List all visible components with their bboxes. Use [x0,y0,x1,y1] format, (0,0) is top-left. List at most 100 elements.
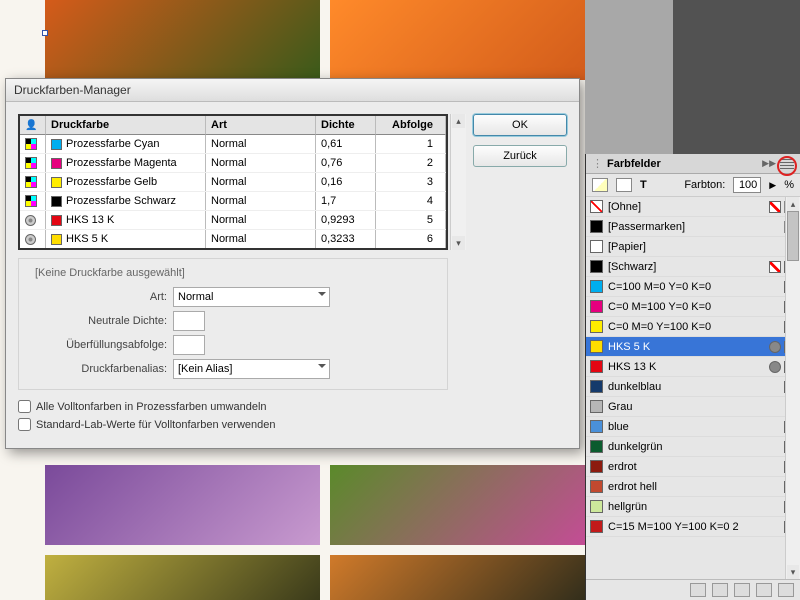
tint-arrow-icon[interactable]: ▶ [769,180,776,191]
ink-name: Prozessfarbe Gelb [66,176,157,188]
label-trap: Überfüllungsabfolge: [29,339,167,351]
swatch-chip [590,300,603,313]
spot-ink-icon [25,234,36,245]
trap-input[interactable] [173,335,205,355]
ink-row[interactable]: HKS 5 KNormal0,32336 [20,229,446,248]
swatch-view2-icon[interactable] [734,583,750,597]
checkbox-convert-spot[interactable]: Alle Volltonfarben in Prozessfarben umwa… [18,400,567,413]
swatch-chip [590,440,603,453]
scroll-down-icon[interactable]: ▾ [787,565,799,579]
ok-button[interactable]: OK [473,114,567,136]
no-selection-label: [Keine Druckfarbe ausgewählt] [29,265,437,283]
scroll-down-icon[interactable]: ▾ [452,236,465,250]
new-swatch-icon[interactable] [756,583,772,597]
ink-row[interactable]: HKS 13 KNormal0,92935 [20,210,446,229]
ink-sequence: 4 [376,192,446,210]
ink-row[interactable]: Prozessfarbe SchwarzNormal1,74 [20,191,446,210]
swatch-row[interactable]: [Papier] [586,237,800,257]
cancel-button[interactable]: Zurück [473,145,567,167]
tint-unit: % [784,179,794,191]
ink-type: Normal [206,230,316,248]
swatch-chip [590,480,603,493]
swatch-chip [590,460,603,473]
density-input[interactable] [173,311,205,331]
swatch-row[interactable]: hellgrün [586,497,800,517]
swatch-name: blue [608,421,629,433]
tint-input[interactable]: 100 [733,177,761,193]
swatch-row[interactable]: C=15 M=100 Y=100 K=0 2 [586,517,800,537]
swatch-row[interactable]: HKS 13 K [586,357,800,377]
column-header-density[interactable]: Dichte [316,116,376,135]
swatch-row[interactable]: Grau [586,397,800,417]
ink-row[interactable]: Prozessfarbe MagentaNormal0,762 [20,153,446,172]
process-ink-icon [25,176,37,188]
process-ink-icon [25,195,37,207]
type-combo[interactable]: Normal [173,287,330,307]
swatch-row[interactable]: C=0 M=100 Y=0 K=0 [586,297,800,317]
ink-type: Normal [206,135,316,153]
ink-name: Prozessfarbe Schwarz [66,195,176,207]
panel-grip-icon[interactable]: ⋮ [592,157,603,170]
checkbox-input[interactable] [18,418,31,431]
ink-type: Normal [206,192,316,210]
checkbox-lab-values[interactable]: Standard-Lab-Werte für Volltonfarben ver… [18,418,567,431]
canvas-image [45,555,320,600]
canvas-image [330,555,600,600]
ink-row[interactable]: Prozessfarbe CyanNormal0,611 [20,135,446,153]
table-scrollbar[interactable]: ▴ ▾ [450,114,466,250]
column-header-name[interactable]: Druckfarbe [46,116,206,135]
swatch-row[interactable]: erdrot hell [586,477,800,497]
grey-icon [769,301,781,313]
grey-icon [769,401,781,413]
swatch-name: [Ohne] [608,201,641,213]
selection-handle[interactable] [42,30,48,36]
swatch-row[interactable]: HKS 5 K [586,337,800,357]
checkbox-input[interactable] [18,400,31,413]
show-options-icon[interactable] [690,583,706,597]
panel-title[interactable]: Farbfelder [607,158,661,170]
label-alias: Druckfarbenalias: [29,363,167,375]
swatch-row[interactable]: erdrot [586,457,800,477]
swatch-row[interactable]: [Schwarz] [586,257,800,277]
swatches-panel: ⋮ Farbfelder ▶▶ T Farbton: 100 ▶ % [Ohne… [585,154,800,600]
swatch-row[interactable]: blue [586,417,800,437]
swatch-name: HKS 5 K [608,341,650,353]
label-type: Art: [29,291,167,303]
swatch-row[interactable]: dunkelblau [586,377,800,397]
dialog-title[interactable]: Druckfarben-Manager [6,79,579,102]
grey-icon [769,481,781,493]
column-icon[interactable]: 👤 [20,116,46,135]
ink-sequence: 3 [376,173,446,191]
swatch-row[interactable]: [Passermarken] [586,217,800,237]
swatch-row[interactable]: C=0 M=0 Y=100 K=0 [586,317,800,337]
grey-icon [769,441,781,453]
delete-swatch-icon[interactable] [778,583,794,597]
ink-density: 0,61 [316,135,376,153]
column-header-type[interactable]: Art [206,116,316,135]
text-format-icon[interactable]: T [640,179,647,191]
fill-stroke-icon[interactable] [592,178,608,192]
swatch-chip [590,420,603,433]
ink-row[interactable]: Prozessfarbe GelbNormal0,163 [20,172,446,191]
panel-menu-icon[interactable] [780,159,794,169]
scroll-up-icon[interactable]: ▴ [787,197,799,211]
ink-density: 0,3233 [316,230,376,248]
column-header-sequence[interactable]: Abfolge [376,116,446,135]
ink-chip [51,177,62,188]
ink-density: 0,16 [316,173,376,191]
scroll-thumb[interactable] [787,211,799,261]
swatch-chip [590,240,603,253]
ink-sequence: 1 [376,135,446,153]
container-format-icon[interactable] [616,178,632,192]
swatch-row[interactable]: dunkelgrün [586,437,800,457]
swatch-view-icon[interactable] [712,583,728,597]
swatch-row[interactable]: C=100 M=0 Y=0 K=0 [586,277,800,297]
alias-combo[interactable]: [Kein Alias] [173,359,330,379]
scroll-up-icon[interactable]: ▴ [452,114,465,128]
swatch-row[interactable]: [Ohne] [586,197,800,217]
swatch-scrollbar[interactable]: ▴ ▾ [785,197,800,579]
spot-icon [769,341,781,353]
swatch-name: HKS 13 K [608,361,656,373]
reg-icon [769,221,781,233]
collapse-icon[interactable]: ▶▶ [762,158,776,169]
